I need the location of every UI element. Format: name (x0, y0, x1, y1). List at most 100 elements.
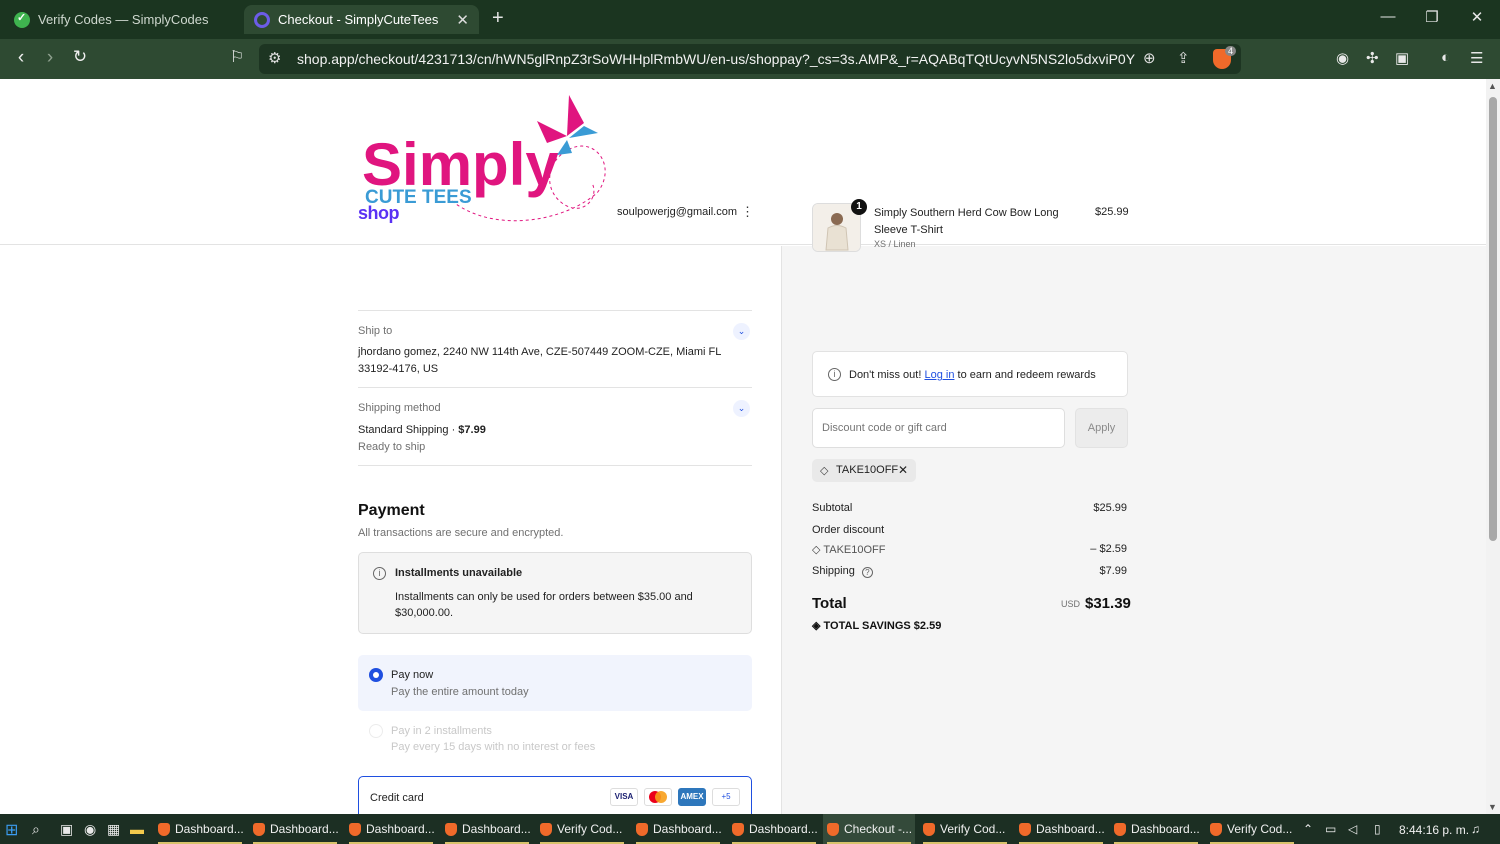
brave-icon (1114, 822, 1126, 836)
address-line-2: 33192-4176, US (358, 363, 439, 375)
brave-icon (923, 822, 935, 836)
pay-now-radio[interactable] (369, 668, 383, 682)
taskbar-label: Verify Cod... (940, 822, 1006, 836)
installments-notice: i Installments unavailable Installments … (358, 552, 752, 634)
taskbar-label: Dashboard... (1131, 822, 1200, 836)
taskbar-item[interactable]: Dashboard... (632, 814, 724, 844)
scroll-down-arrow-icon[interactable]: ▼ (1488, 802, 1497, 812)
pay-in-installments-radio[interactable] (369, 724, 383, 738)
taskbar-label: Dashboard... (270, 822, 339, 836)
credit-card-label: Credit card (370, 792, 424, 804)
wallet-icon[interactable]: ◉ (1336, 49, 1349, 67)
shop-pay-logo: shop (358, 203, 400, 223)
volume-icon[interactable]: ◁ (1348, 822, 1357, 836)
taskbar-item[interactable]: Dashboard... (249, 814, 341, 844)
taskbar-item[interactable]: Verify Cod... (1206, 814, 1298, 844)
forward-icon[interactable]: › (39, 47, 61, 69)
taskbar-label: Checkout -... (844, 822, 913, 836)
reader-icon[interactable]: ▣ (1395, 49, 1409, 67)
amex-icon: AMEX (678, 788, 706, 806)
shipping-status: Ready to ship (358, 441, 426, 453)
battery-icon[interactable]: ▯ (1374, 822, 1381, 836)
brave-icon (253, 822, 265, 836)
taskbar-item-active[interactable]: Checkout -... (823, 814, 915, 844)
notice-title: Installments unavailable (395, 567, 523, 579)
reload-icon[interactable]: ↻ (69, 47, 91, 67)
back-icon[interactable]: ‹ (10, 47, 32, 69)
taskbar-item[interactable]: Dashboard... (441, 814, 533, 844)
scroll-thumb[interactable] (1489, 97, 1497, 541)
menu-icon[interactable]: ☰ (1470, 49, 1483, 67)
restore-icon[interactable]: ❐ (1422, 8, 1442, 26)
checkout-main-column: shop soulpowerjg@gmail.com ⋮ Ship to ⌄ j… (0, 79, 780, 814)
app-icon[interactable]: ◉ (84, 821, 96, 838)
profile-icon[interactable]: ◐ (1441, 49, 1450, 66)
zoom-icon[interactable]: ⊕ (1143, 49, 1156, 67)
taskbar-label: Verify Cod... (557, 822, 623, 836)
shipping-price: $7.99 (458, 424, 486, 436)
taskbar-label: Dashboard... (653, 822, 722, 836)
calculator-icon[interactable]: ▦ (107, 821, 120, 838)
taskbar-item[interactable]: Verify Cod... (919, 814, 1011, 844)
remove-discount-icon[interactable]: ✕ (898, 463, 908, 477)
extensions-icon[interactable]: ✣ (1366, 49, 1379, 67)
installments-option-title: Pay in 2 installments (391, 725, 492, 737)
brave-icon (540, 822, 552, 836)
camera-app-icon[interactable]: ▣ (60, 821, 73, 838)
info-icon: i (373, 567, 386, 580)
log-in-link[interactable]: Log in (924, 369, 954, 381)
taskbar-item[interactable]: Dashboard... (154, 814, 246, 844)
simplycodes-favicon-icon (14, 11, 30, 28)
discount-code-input[interactable] (812, 408, 1065, 448)
scroll-up-arrow-icon[interactable]: ▲ (1488, 81, 1497, 91)
show-hidden-icons-icon[interactable]: ⌃ (1303, 822, 1313, 836)
notifications-icon[interactable]: ♫ (1471, 822, 1480, 836)
tab-checkout[interactable]: Checkout - SimplyCuteTees ✕ (244, 5, 479, 34)
system-clock[interactable]: 8:44:16 p. m. (1399, 823, 1469, 837)
taskbar-item[interactable]: Dashboard... (1110, 814, 1202, 844)
taskbar-item[interactable]: Dashboard... (345, 814, 437, 844)
site-settings-icon[interactable]: ⚙ (268, 49, 281, 67)
windows-start-icon[interactable]: ⊞ (5, 820, 18, 840)
credit-card-option[interactable]: Credit card VISA AMEX +5 (358, 776, 752, 814)
apply-discount-button[interactable]: Apply (1075, 408, 1128, 448)
more-options-icon[interactable]: ⋮ (741, 204, 754, 220)
search-icon[interactable]: ⌕ (32, 821, 40, 838)
taskbar-item[interactable]: Dashboard... (728, 814, 820, 844)
shipping-method-label: Shipping method (358, 402, 441, 414)
close-window-icon[interactable]: ✕ (1467, 8, 1487, 26)
share-icon[interactable]: ⇪ (1177, 49, 1190, 67)
close-tab-icon[interactable]: ✕ (456, 11, 469, 29)
brave-icon (158, 822, 170, 836)
shop-favicon-icon (254, 11, 270, 28)
url-text[interactable]: shop.app/checkout/4231713/cn/hWN5glRnpZ3… (297, 51, 1135, 67)
page-scrollbar[interactable]: ▲ ▼ (1486, 79, 1500, 814)
pay-now-option[interactable]: Pay now Pay the entire amount today (358, 655, 752, 711)
taskbar-item[interactable]: Dashboard... (1015, 814, 1107, 844)
tab-title: Verify Codes — SimplyCodes (38, 12, 209, 27)
address-bar[interactable]: ⚙ shop.app/checkout/4231713/cn/hWN5glRnp… (259, 44, 1241, 74)
shipping-method-expand-chevron-icon[interactable]: ⌄ (733, 400, 750, 417)
tab-title: Checkout - SimplyCuteTees (278, 12, 439, 27)
tab-verify-codes[interactable]: Verify Codes — SimplyCodes (6, 5, 241, 34)
new-tab-icon[interactable]: + (492, 7, 504, 30)
taskbar-label: Verify Cod... (1227, 822, 1293, 836)
windows-taskbar: ⊞ ⌕ ▣ ◉ ▦ ▬ Dashboard... Dashboard... Da… (0, 814, 1500, 844)
payment-subtitle: All transactions are secure and encrypte… (358, 527, 564, 539)
taskbar-label: Dashboard... (462, 822, 531, 836)
taskbar-label: Dashboard... (366, 822, 435, 836)
mastercard-icon (644, 788, 672, 806)
minimize-icon[interactable]: — (1378, 8, 1398, 25)
bookmark-icon[interactable]: ⚐ (226, 47, 248, 67)
file-explorer-icon[interactable]: ▬ (130, 821, 144, 837)
brave-icon (827, 822, 839, 836)
shipping-method-name: Standard Shipping · $7.99 (358, 422, 486, 439)
address-line-1: jhordano gomez, 2240 NW 114th Ave, CZE-5… (358, 346, 722, 358)
brave-icon (1210, 822, 1222, 836)
brave-icon (1019, 822, 1031, 836)
ship-to-expand-chevron-icon[interactable]: ⌄ (733, 323, 750, 340)
divider (358, 387, 752, 388)
network-icon[interactable]: ▭ (1325, 822, 1336, 836)
shields-count-badge: 4 (1225, 46, 1237, 56)
taskbar-item[interactable]: Verify Cod... (536, 814, 628, 844)
